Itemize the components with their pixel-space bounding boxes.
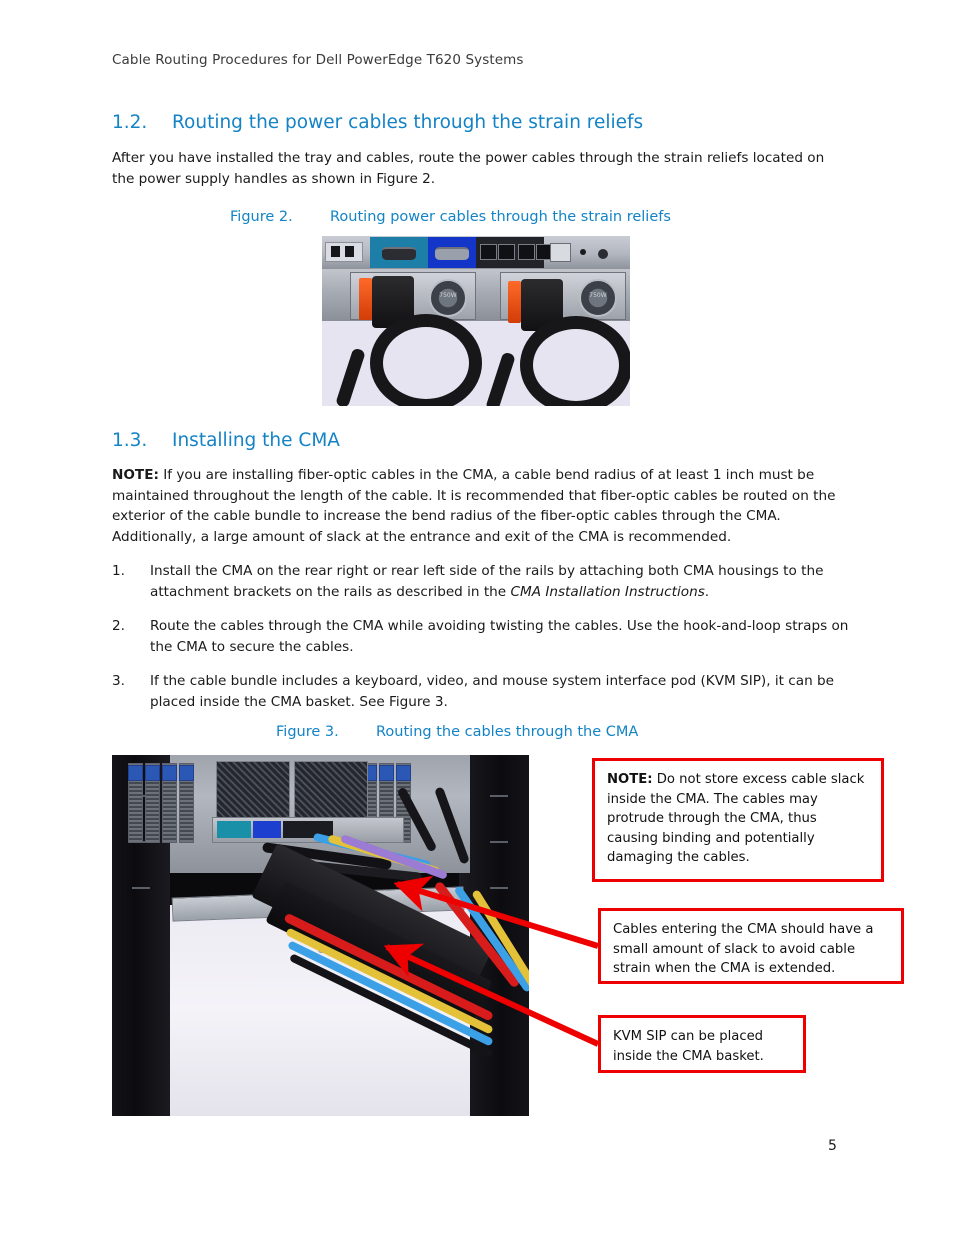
page-number: 5 bbox=[828, 1138, 837, 1154]
figure-3-title: Routing the cables through the CMA bbox=[376, 724, 639, 740]
callout-note-label: NOTE: bbox=[607, 772, 653, 787]
document-page: Cable Routing Procedures for Dell PowerE… bbox=[0, 0, 954, 1235]
figure-3-rail-mark bbox=[490, 887, 508, 889]
figure-2-image: 750W 750W bbox=[322, 236, 630, 406]
figure-2-usb-port-1 bbox=[480, 244, 497, 260]
figure-3-slot-cap bbox=[379, 765, 394, 781]
note-label: NOTE: bbox=[112, 467, 159, 483]
figure-2-caption: Figure 2. Routing power cables through th… bbox=[230, 209, 671, 225]
section-heading-1-2: 1.2. Routing the power cables through the… bbox=[112, 112, 643, 133]
note-body: If you are installing fiber-optic cables… bbox=[112, 467, 836, 545]
section-heading-1-3: 1.3. Installing the CMA bbox=[112, 430, 340, 451]
list-text: Route the cables through the CMA while a… bbox=[150, 618, 849, 655]
figure-3-slot-cap bbox=[145, 765, 160, 781]
list-item: 2. Route the cables through the CMA while… bbox=[112, 616, 852, 657]
figure-3-psu-grill-right bbox=[294, 761, 368, 819]
callout-cables-entering-cma: Cables entering the CMA should have a sm… bbox=[598, 908, 904, 984]
callout-kvm-sip-text: KVM SIP can be placed inside the CMA bas… bbox=[613, 1029, 764, 1064]
figure-2-cable-loop-right bbox=[520, 316, 630, 406]
figure-3-rail-mark bbox=[490, 841, 508, 843]
figure-2-title: Routing power cables through the strain … bbox=[330, 209, 671, 225]
section-1-2-intro: After you have installed the tray and ca… bbox=[112, 150, 825, 187]
list-marker: 1. bbox=[112, 563, 125, 579]
figure-3-psu-grill-left bbox=[216, 761, 290, 819]
figure-3-slot-cap bbox=[396, 765, 411, 781]
callout-kvm-sip-basket: KVM SIP can be placed inside the CMA bas… bbox=[598, 1015, 806, 1073]
list-item: 1. Install the CMA on the rear right or r… bbox=[112, 561, 852, 602]
figure-2-strain-relief-right bbox=[508, 281, 521, 323]
figure-2-ethernet-port bbox=[550, 243, 571, 262]
figure-3-label: Figure 3. bbox=[276, 724, 339, 740]
section-1-3-note: NOTE: If you are installing fiber-optic … bbox=[112, 465, 842, 547]
figure-2-label: Figure 2. bbox=[230, 209, 293, 225]
list-text-italic: CMA Installation Instructions bbox=[510, 583, 705, 600]
figure-2-vga-port bbox=[435, 247, 469, 260]
callout-note-excess-slack: NOTE: Do not store excess cable slack in… bbox=[592, 758, 884, 882]
figure-3-caption: Figure 3. Routing the cables through the … bbox=[276, 724, 638, 740]
figure-2-fan-right: 750W bbox=[579, 279, 617, 317]
list-text-tail: . bbox=[704, 583, 710, 600]
figure-3-rail-mark bbox=[490, 795, 508, 797]
figure-3-rail-mark bbox=[132, 887, 150, 889]
list-text: If the cable bundle includes a keyboard,… bbox=[150, 673, 835, 710]
figure-2-id-button bbox=[580, 249, 586, 255]
figure-3-image bbox=[112, 755, 529, 1116]
figure-2-psu-rating-right: 750W bbox=[589, 292, 607, 299]
figure-3-vga-port bbox=[253, 821, 281, 838]
figure-3-serial-port bbox=[217, 821, 251, 838]
list-marker: 2. bbox=[112, 618, 125, 634]
list-marker: 3. bbox=[112, 673, 125, 689]
figure-2-usb-port-2 bbox=[498, 244, 515, 260]
figure-3-io-panel bbox=[212, 817, 404, 843]
list-text: Install the CMA on the rear right or rea… bbox=[150, 563, 824, 600]
figure-3-slot-cap bbox=[128, 765, 143, 781]
figure-2-cable-loop-left bbox=[370, 314, 482, 406]
figure-2-psu-rating-left: 750W bbox=[439, 292, 457, 299]
list-item: 3. If the cable bundle includes a keyboar… bbox=[112, 671, 852, 712]
figure-2-strain-relief-left bbox=[359, 278, 372, 320]
figure-2-indicator-led bbox=[598, 249, 608, 259]
callout-cables-entering-text: Cables entering the CMA should have a sm… bbox=[613, 922, 874, 976]
section-title-1-2: Routing the power cables through the str… bbox=[172, 112, 644, 133]
section-title-1-3: Installing the CMA bbox=[172, 430, 340, 451]
figure-2-usb-port-3 bbox=[518, 244, 535, 260]
section-number-1-2: 1.2. bbox=[112, 112, 148, 133]
running-header: Cable Routing Procedures for Dell PowerE… bbox=[112, 52, 524, 68]
figure-2-fan-left: 750W bbox=[429, 279, 467, 317]
cma-steps-list: 1. Install the CMA on the rear right or r… bbox=[112, 561, 852, 726]
figure-3-slot-cap bbox=[179, 765, 194, 781]
figure-3-slot-cap bbox=[162, 765, 177, 781]
figure-2-left-ports bbox=[325, 242, 363, 262]
section-number-1-3: 1.3. bbox=[112, 430, 148, 451]
figure-2-serial-port bbox=[382, 247, 416, 260]
